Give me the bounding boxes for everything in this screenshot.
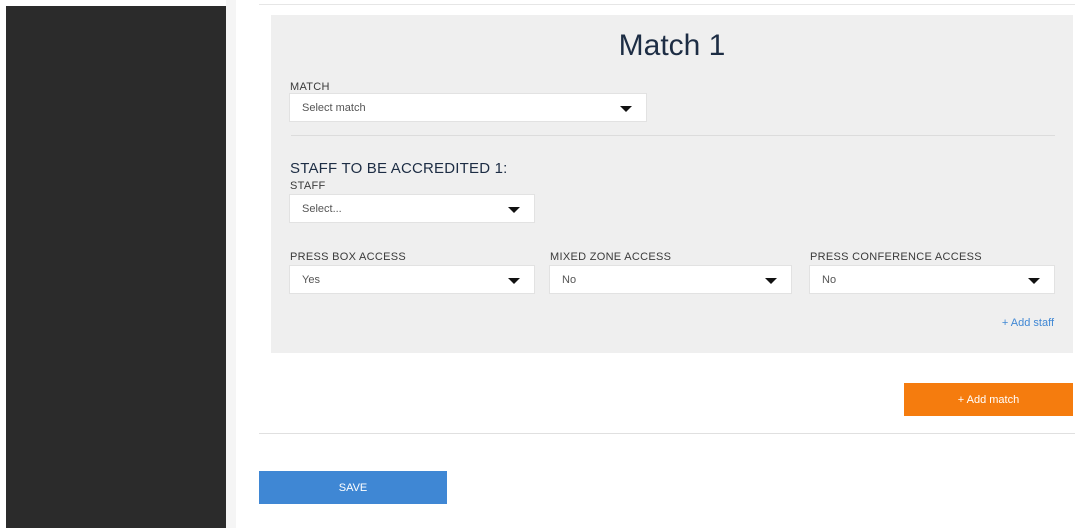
match-label: MATCH — [290, 81, 330, 93]
mixed-zone-label: MIXED ZONE ACCESS — [550, 251, 672, 263]
press-conference-label: PRESS CONFERENCE ACCESS — [810, 251, 982, 263]
mixed-zone-value: No — [562, 273, 577, 286]
add-match-button[interactable]: + Add match — [904, 383, 1073, 416]
staff-select[interactable]: Select... — [289, 194, 535, 223]
mixed-zone-select[interactable]: No — [549, 265, 792, 294]
match-panel: Match 1 MATCH Select match STAFF TO BE A… — [271, 15, 1073, 353]
staff-select-value: Select... — [302, 202, 342, 215]
sidebar-gutter — [226, 0, 236, 528]
press-box-value: Yes — [302, 273, 320, 286]
press-conference-select[interactable]: No — [809, 265, 1055, 294]
caret-down-icon — [508, 278, 520, 284]
staff-label: STAFF — [290, 180, 326, 192]
caret-down-icon — [620, 106, 632, 112]
staff-section-title: STAFF TO BE ACCREDITED 1: — [290, 160, 508, 177]
press-conference-value: No — [822, 273, 837, 286]
caret-down-icon — [1028, 278, 1040, 284]
add-staff-link[interactable]: + Add staff — [1002, 317, 1054, 329]
match-title: Match 1 — [618, 29, 726, 62]
sidebar — [6, 6, 226, 528]
press-box-label: PRESS BOX ACCESS — [290, 251, 407, 263]
press-box-select[interactable]: Yes — [289, 265, 535, 294]
caret-down-icon — [765, 278, 777, 284]
top-divider — [259, 4, 1075, 5]
save-button[interactable]: SAVE — [259, 471, 447, 504]
section-divider — [291, 135, 1055, 136]
match-select-value: Select match — [302, 101, 366, 114]
match-select[interactable]: Select match — [289, 93, 647, 122]
caret-down-icon — [508, 207, 520, 213]
bottom-divider — [259, 433, 1075, 434]
